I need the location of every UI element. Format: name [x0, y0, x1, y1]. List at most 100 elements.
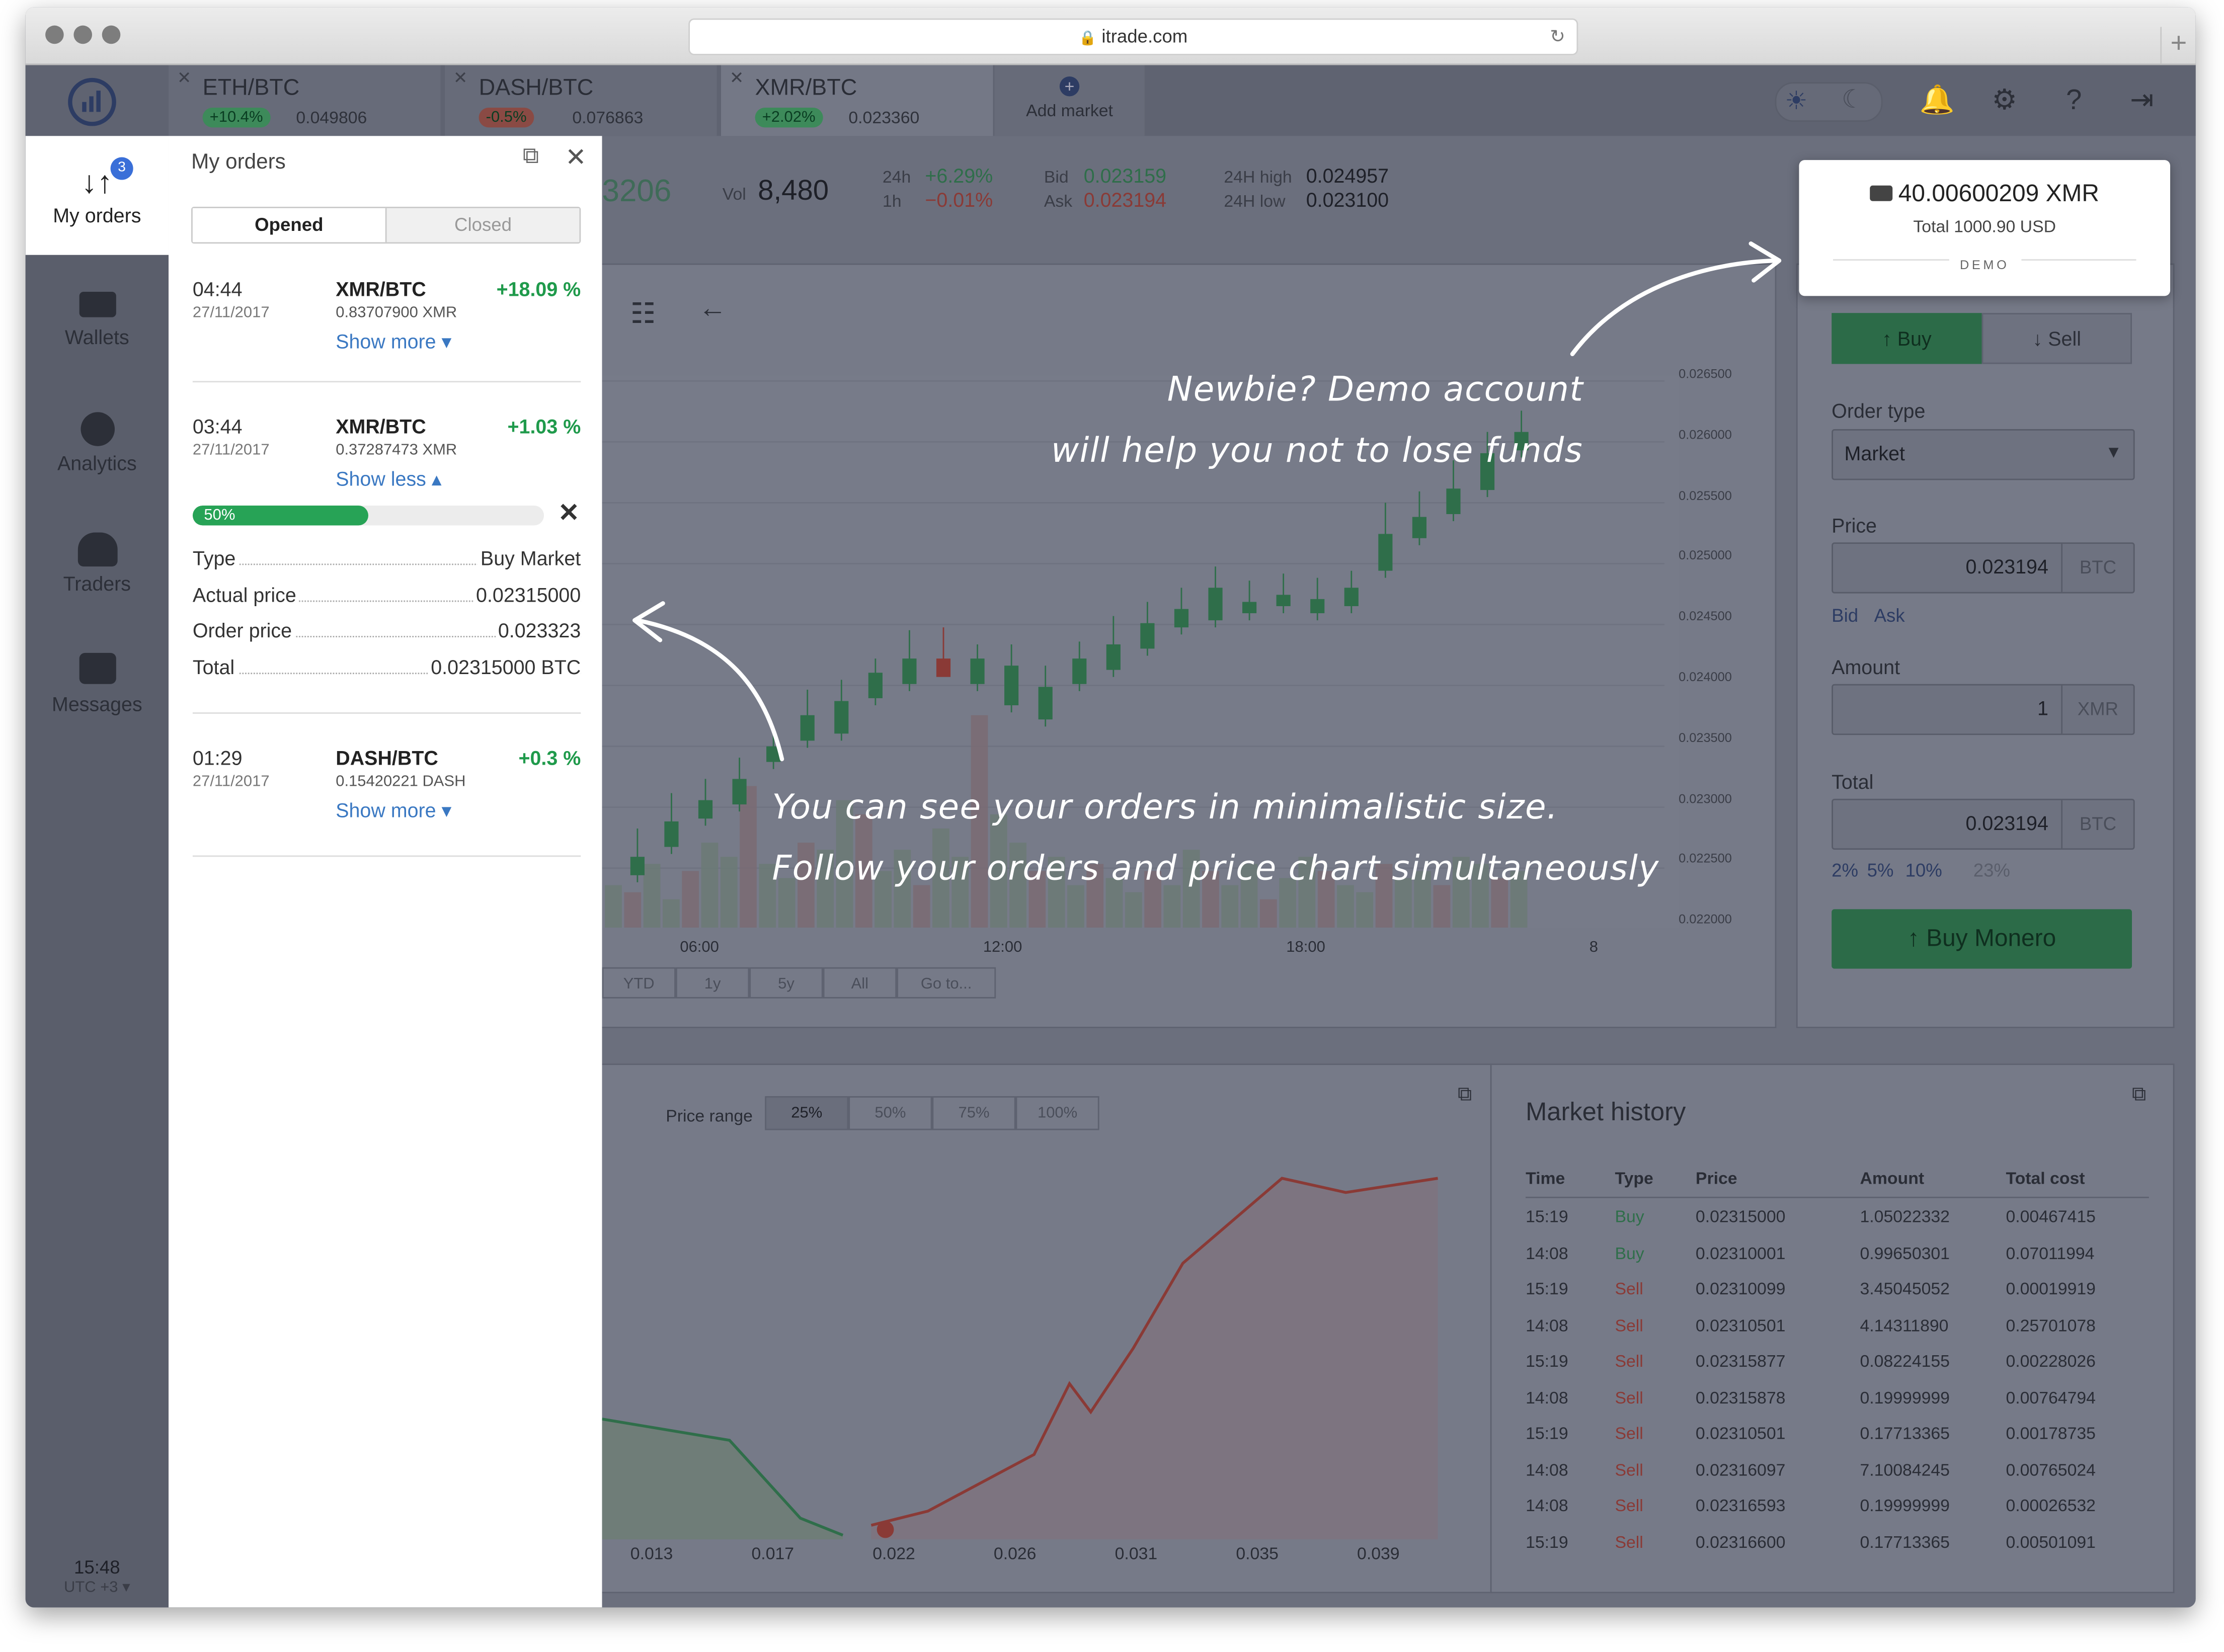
cancel-order-icon[interactable]: ✕: [558, 499, 579, 528]
range-button[interactable]: All: [823, 967, 897, 999]
table-row[interactable]: 14:08 Sell 0.02310501 4.14311890 0.25701078: [1526, 1315, 2149, 1343]
percent-shortcut[interactable]: 10%: [1905, 860, 1942, 881]
table-row[interactable]: 15:19 Sell 0.02310099 3.45045052 0.00019919: [1526, 1279, 2149, 1307]
bell-icon[interactable]: 🔔: [1920, 85, 1955, 116]
external-link-icon[interactable]: ⧉: [2132, 1082, 2146, 1106]
zoom-window-button[interactable]: [102, 25, 121, 44]
candle-body: [664, 821, 679, 847]
bid-link[interactable]: Bid: [1832, 605, 1858, 626]
order-item[interactable]: 01:29 27/11/2017 DASH/BTC 0.15420221 DAS…: [193, 747, 581, 832]
table-row[interactable]: 14:08 Sell 0.02316593 0.19999999 0.00026532: [1526, 1496, 2149, 1524]
range-button[interactable]: Go to...: [897, 967, 996, 999]
minimize-window-button[interactable]: [73, 25, 92, 44]
plus-icon: +: [1059, 76, 1080, 97]
sidebar-item-wallets[interactable]: Wallets: [26, 291, 169, 349]
chart-settings-icon[interactable]: ☷: [630, 296, 656, 331]
tab-closed[interactable]: Closed: [386, 208, 580, 242]
logout-icon[interactable]: ⇥: [2126, 85, 2158, 116]
detail-row: Order price 0.023323: [192, 619, 581, 647]
moon-icon[interactable]: ☾: [1842, 85, 1864, 115]
users-icon: [77, 532, 117, 567]
reload-icon[interactable]: ↻: [1550, 20, 1565, 54]
range-button[interactable]: YTD: [602, 967, 676, 999]
price-range-button[interactable]: 50%: [848, 1096, 932, 1130]
sidebar-item-label: My orders: [53, 204, 141, 227]
order-type-label: Order type: [1832, 399, 1926, 422]
logo-icon[interactable]: [68, 77, 116, 126]
amount-input[interactable]: 1 XMR: [1832, 684, 2135, 735]
table-row[interactable]: 15:19 Sell 0.02315877 0.08224155 0.00228026: [1526, 1351, 2149, 1379]
divider: [192, 381, 581, 383]
table-cell: 7.10084245: [1860, 1459, 1950, 1479]
table-cell: 0.02315878: [1695, 1387, 1786, 1408]
price-input[interactable]: 0.023194 BTC: [1832, 542, 2135, 594]
close-tab-icon[interactable]: ✕: [177, 68, 191, 88]
table-row[interactable]: 15:19 Buy 0.02315000 1.05022332 0.00467415: [1526, 1207, 2149, 1235]
new-tab-icon[interactable]: +: [2160, 27, 2195, 64]
order-item[interactable]: 04:44 27/11/2017 XMR/BTC 0.83707900 XMR …: [193, 278, 581, 363]
price-range-button[interactable]: 75%: [932, 1096, 1016, 1130]
gear-icon[interactable]: ⚙: [1989, 85, 2020, 116]
close-icon[interactable]: ✕: [565, 143, 586, 173]
market-tab-dash-btc[interactable]: ✕ DASH/BTC -0.5% 0.076863: [445, 65, 717, 136]
order-type-select[interactable]: Market ▼: [1832, 429, 2135, 480]
orders-callout-line2: Follow your orders and price chart simul…: [772, 848, 1659, 888]
price-range-button[interactable]: 25%: [765, 1096, 849, 1130]
sidebar: ↓↑ 3 My orders Wallets Analytics Traders…: [25, 136, 169, 1608]
price-range-button[interactable]: 100%: [1015, 1096, 1099, 1130]
volume-bar: [1259, 899, 1277, 928]
market-tab-xmr-btc[interactable]: ✕ XMR/BTC +2.02% 0.023360: [721, 65, 993, 136]
amount-label: Amount: [1832, 655, 1900, 679]
market-tab-eth-btc[interactable]: ✕ ETH/BTC +10.4% 0.049806: [169, 65, 441, 136]
address-bar[interactable]: 🔒 itrade.com ↻: [688, 18, 1578, 55]
detail-label: Total: [192, 655, 237, 678]
buy-tab[interactable]: ↑ Buy: [1832, 313, 1982, 364]
sun-icon[interactable]: ☀: [1785, 87, 1807, 116]
back-arrow-icon[interactable]: ←: [698, 293, 727, 326]
close-tab-icon[interactable]: ✕: [730, 68, 744, 88]
external-link-icon[interactable]: ⧉: [523, 144, 539, 170]
table-row[interactable]: 14:08 Sell 0.02315878 0.19999999 0.00764794: [1526, 1387, 2149, 1416]
percent-shortcut[interactable]: 5%: [1867, 860, 1894, 881]
show-less-link[interactable]: Show less ▴: [336, 467, 441, 491]
percent-shortcut[interactable]: 2%: [1832, 860, 1858, 881]
total-label: Total: [1832, 770, 1874, 793]
percent-shortcut[interactable]: 23%: [1973, 860, 2010, 881]
lock-icon: 🔒: [1079, 31, 1097, 47]
show-more-link[interactable]: Show more ▾: [336, 799, 451, 823]
price-axis: 0.026500 0.026000 0.025500 0.025000 0.024500…: [1676, 367, 1775, 942]
total-input[interactable]: 0.023194 BTC: [1832, 798, 2135, 850]
sidebar-item-messages[interactable]: Messages: [26, 652, 169, 715]
sidebar-item-traders[interactable]: Traders: [26, 532, 169, 595]
show-more-link[interactable]: Show more ▾: [336, 330, 451, 354]
close-window-button[interactable]: [45, 25, 64, 44]
order-change: +18.09 %: [496, 277, 581, 300]
range-button[interactable]: 1y: [675, 967, 750, 999]
external-link-icon[interactable]: ⧉: [1458, 1082, 1472, 1106]
theme-toggle[interactable]: ☀ ☾: [1775, 82, 1883, 122]
candle-body: [868, 673, 883, 698]
table-row[interactable]: 14:08 Buy 0.02310001 0.99650301 0.07011994: [1526, 1243, 2149, 1271]
range-button[interactable]: 5y: [749, 967, 823, 999]
add-market-button[interactable]: + Add market: [994, 65, 1145, 136]
sell-tab[interactable]: ↓ Sell: [1981, 313, 2132, 364]
table-row[interactable]: 15:19 Sell 0.02310501 0.17713365 0.00178735: [1526, 1423, 2149, 1451]
table-cell: 15:19: [1526, 1351, 1568, 1371]
ask-link[interactable]: Ask: [1874, 605, 1905, 626]
table-row[interactable]: 14:08 Sell 0.02316097 7.10084245 0.00765024: [1526, 1459, 2149, 1488]
sidebar-item-analytics[interactable]: Analytics: [26, 412, 169, 474]
sidebar-item-my-orders[interactable]: ↓↑ 3 My orders: [25, 136, 169, 255]
order-item[interactable]: 03:44 27/11/2017 XMR/BTC 0.37287473 XMR …: [193, 415, 581, 500]
last-price: 3206: [602, 173, 672, 208]
table-row[interactable]: 15:19 Sell 0.02316600 0.17713365 0.00501091: [1526, 1532, 2149, 1560]
close-tab-icon[interactable]: ✕: [453, 68, 467, 88]
clock: 15:48 UTC +3 ▾: [26, 1556, 169, 1596]
depth-chart[interactable]: [602, 1150, 1466, 1540]
column-header: Type: [1615, 1168, 1653, 1189]
candle-body: [1174, 609, 1189, 628]
timezone-select[interactable]: UTC +3 ▾: [26, 1578, 169, 1596]
tab-opened[interactable]: Opened: [192, 208, 387, 242]
help-icon[interactable]: ?: [2058, 85, 2090, 116]
buy-monero-button[interactable]: ↑ Buy Monero: [1832, 909, 2132, 969]
market-stats: 3206 Vol 8,480 24h +6.29% 1h −0.01% Bid …: [602, 164, 1764, 224]
